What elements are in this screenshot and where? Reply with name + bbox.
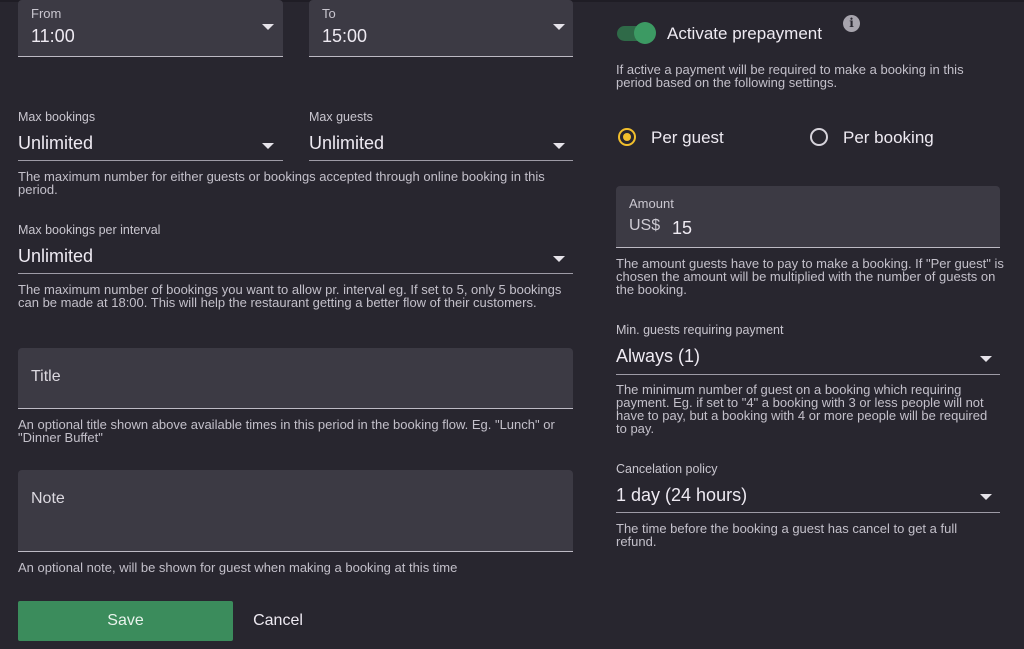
max-guests-select[interactable]: Unlimited [309, 128, 573, 161]
cancelation-select[interactable]: 1 day (24 hours) [616, 480, 1000, 513]
from-value: 11:00 [31, 26, 75, 46]
cancel-button[interactable]: Cancel [238, 601, 318, 641]
title-input[interactable]: Title [18, 348, 573, 409]
max-guests-label: Max guests [309, 110, 373, 124]
title-help: An optional title shown above available … [18, 417, 555, 445]
max-bookings-label: Max bookings [18, 110, 96, 124]
note-placeholder: Note [31, 490, 65, 507]
title-placeholder: Title [31, 368, 61, 385]
cancelation-label: Cancelation policy [616, 462, 718, 476]
info-icon[interactable]: i [843, 15, 860, 32]
to-time-select[interactable]: To 15:00 [309, 0, 573, 57]
chevron-down-icon [553, 143, 565, 149]
currency-prefix: US$ [629, 217, 661, 234]
amount-value: 15 [672, 218, 693, 238]
save-button[interactable]: Save [18, 601, 233, 641]
radio-per-guest[interactable]: Per guest [616, 126, 766, 150]
cancelation-help: The time before the booking a guest has … [616, 521, 958, 549]
radio-unchecked-icon [810, 128, 828, 146]
from-label: From [31, 6, 62, 21]
radio-per-guest-label: Per guest [651, 128, 724, 147]
amount-help: The amount guests have to pay to make a … [616, 256, 1004, 297]
chevron-down-icon [553, 256, 565, 262]
chevron-down-icon [980, 356, 992, 362]
radio-per-booking-label: Per booking [843, 128, 934, 147]
max-per-interval-help: The maximum number of bookings you want … [18, 282, 562, 310]
min-guests-label: Min. guests requiring payment [616, 323, 784, 337]
chevron-down-icon [553, 24, 565, 30]
radio-checked-icon [618, 128, 636, 146]
radio-per-booking[interactable]: Per booking [808, 126, 958, 150]
chevron-down-icon [980, 494, 992, 500]
min-guests-help: The minimum number of guest on a booking… [616, 382, 988, 436]
max-help-text: The maximum number for either guests or … [18, 169, 545, 197]
max-per-interval-select[interactable]: Unlimited [18, 241, 573, 274]
max-guests-value: Unlimited [309, 133, 385, 153]
from-time-select[interactable]: From 11:00 [18, 0, 283, 57]
amount-label: Amount [629, 196, 674, 211]
cancelation-value: 1 day (24 hours) [616, 485, 748, 505]
min-guests-value: Always (1) [616, 346, 701, 366]
amount-input[interactable]: Amount US$ 15 [616, 186, 1000, 248]
to-value: 15:00 [322, 26, 368, 46]
chevron-down-icon [262, 24, 274, 30]
chevron-down-icon [262, 143, 274, 149]
prepayment-help: If active a payment will be required to … [616, 62, 964, 90]
max-bookings-value: Unlimited [18, 133, 94, 153]
max-per-interval-label: Max bookings per interval [18, 223, 161, 237]
min-guests-select[interactable]: Always (1) [616, 341, 1000, 375]
max-per-interval-value: Unlimited [18, 246, 94, 266]
prepayment-label: Activate prepayment [667, 24, 822, 43]
note-help: An optional note, will be shown for gues… [18, 560, 458, 575]
toggle-thumb[interactable] [634, 22, 656, 44]
to-label: To [322, 6, 336, 21]
max-bookings-select[interactable]: Unlimited [18, 128, 283, 161]
note-input[interactable]: Note [18, 470, 573, 552]
